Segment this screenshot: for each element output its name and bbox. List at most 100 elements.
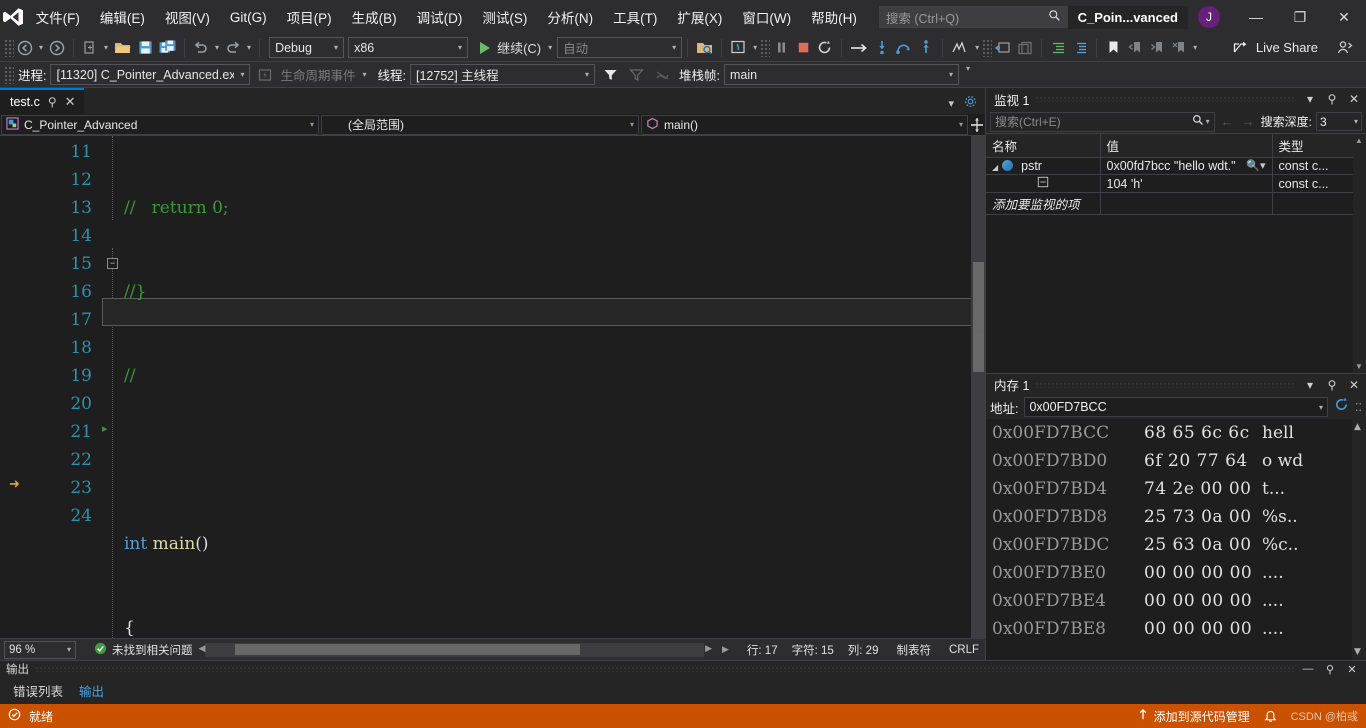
menu-item-window[interactable]: 窗口(W) (732, 0, 801, 34)
empty-value-cell[interactable] (1100, 192, 1273, 215)
quick-launch-search[interactable]: 搜索 (Ctrl+Q) (878, 6, 1068, 28)
editor-horizontal-scrollbar[interactable]: ◀ ▶ (199, 642, 712, 657)
menu-item-build[interactable]: 生成(B) (342, 0, 407, 34)
continue-debug-button[interactable]: 继续(C) (476, 36, 545, 60)
search-icon[interactable] (1048, 9, 1061, 25)
menu-item-test[interactable]: 测试(S) (472, 0, 537, 34)
close-icon[interactable]: ✕ (65, 94, 76, 110)
stop-icon[interactable] (792, 37, 814, 59)
select-block-icon[interactable] (992, 37, 1014, 59)
glyph-margin[interactable]: ➜ (0, 136, 30, 638)
editor-vertical-scrollbar[interactable] (971, 136, 985, 638)
menu-item-tools[interactable]: 工具(T) (603, 0, 667, 34)
minimize-button[interactable]: — (1234, 0, 1278, 34)
watch-col-name[interactable]: 名称 (986, 134, 1101, 158)
continue-dropdown[interactable]: ▾ (545, 37, 555, 59)
previous-bookmark-icon[interactable] (1124, 37, 1146, 59)
tab-test-c[interactable]: test.c ⚲ ✕ (0, 88, 84, 114)
close-icon[interactable]: ✕ (1346, 378, 1362, 392)
chevron-down-icon[interactable]: ▾ (959, 120, 963, 129)
redo-icon[interactable] (222, 37, 244, 59)
drag-dots[interactable] (35, 666, 1294, 672)
memory-vertical-scrollbar[interactable]: ▲ ▼ (1352, 419, 1366, 660)
watch-child-name-cell[interactable] (986, 174, 1101, 193)
outdent-icon[interactable] (1069, 37, 1091, 59)
toolbar-grip[interactable] (982, 38, 993, 57)
stackframe-combo[interactable]: main ▾ (723, 64, 959, 85)
navigate-forward-icon[interactable] (46, 37, 68, 59)
issues-indicator[interactable]: 未找到相关问题 (94, 642, 193, 658)
status-expand-icon[interactable]: ▶ (722, 644, 729, 655)
chevron-down-icon[interactable]: ▾ (310, 120, 314, 129)
chevron-down-icon[interactable]: ▾ (240, 70, 244, 79)
save-icon[interactable] (134, 37, 156, 59)
debug-target-combo[interactable]: 自动 ▾ (557, 37, 683, 58)
editor-scroll-thumb[interactable] (973, 262, 984, 372)
scroll-up-icon[interactable]: ▲ (1354, 422, 1361, 432)
watch-col-type[interactable]: 类型 (1272, 134, 1366, 158)
menu-item-file[interactable]: 文件(F) (26, 0, 90, 34)
chevron-down-icon[interactable]: ▾ (1319, 403, 1323, 412)
solution-configuration-combo[interactable]: Debug ▾ (269, 37, 345, 58)
chevron-down-icon[interactable]: ▾ (1206, 117, 1210, 126)
indent-icon[interactable] (1047, 37, 1069, 59)
chevron-down-icon[interactable]: ▾ (1302, 92, 1318, 106)
code-editor[interactable]: ➜ 11 12 13 14 15 16 17 18 19 20 21 22 23 (0, 136, 985, 638)
memory-overflow-icon[interactable]: ⁚⁚ (1355, 401, 1362, 414)
menu-item-debug[interactable]: 调试(D) (407, 0, 473, 34)
table-row[interactable]: 添加要监视的项 (986, 192, 1366, 215)
close-button[interactable]: ✕ (1322, 0, 1366, 34)
clear-bookmark-icon[interactable] (1168, 37, 1190, 59)
watch-name-cell[interactable]: ◢ pstr (986, 157, 1101, 175)
comment-icon[interactable] (1014, 37, 1036, 59)
add-watch-placeholder[interactable]: 添加要监视的项 (986, 192, 1101, 215)
tab-output[interactable]: 输出 (72, 678, 111, 703)
chevron-down-icon[interactable]: ▾ (948, 97, 954, 110)
table-row[interactable]: 104 'h' const c... (986, 174, 1366, 193)
menu-item-help[interactable]: 帮助(H) (801, 0, 867, 34)
drag-dots[interactable] (1035, 381, 1296, 388)
notifications-button[interactable] (1264, 710, 1277, 723)
restore-button[interactable]: ❐ (1278, 0, 1322, 34)
watch-grid[interactable]: 名称 值 类型 ◢ pstr 0x00fd7bcc "hello wdt." 🔍… (986, 134, 1366, 373)
lifecycle-events-icon[interactable] (254, 64, 276, 86)
bookmark-icon[interactable] (1102, 37, 1124, 59)
chevron-down-icon[interactable]: ▾ (585, 70, 589, 79)
pause-icon[interactable] (770, 37, 792, 59)
toolbar-grip[interactable] (4, 38, 14, 57)
pin-icon[interactable]: ⚲ (48, 95, 57, 109)
new-item-dropdown[interactable]: ▾ (101, 37, 111, 59)
flag-icon[interactable] (651, 64, 673, 86)
watch-vertical-scrollbar[interactable]: ▲ ▼ (1353, 134, 1366, 373)
minimize-icon[interactable]: — (1300, 663, 1316, 675)
code-text-area[interactable]: − // return 0; //} // int main() { //字符指… (102, 136, 985, 638)
menu-item-git[interactable]: Git(G) (220, 0, 277, 34)
chevron-down-icon[interactable]: ▾ (67, 645, 71, 654)
navigate-back-icon[interactable] (14, 37, 36, 59)
step-over-icon[interactable] (893, 37, 915, 59)
chevron-down-icon[interactable]: ▾ (949, 70, 953, 79)
refresh-icon[interactable] (1334, 397, 1349, 417)
restart-debug-icon[interactable] (814, 37, 836, 59)
scroll-down-icon[interactable]: ▼ (1355, 362, 1363, 371)
step-out-icon[interactable] (915, 37, 937, 59)
close-icon[interactable]: ✕ (1346, 92, 1362, 106)
chevron-down-icon[interactable]: ▾ (1354, 117, 1358, 126)
chevron-down-icon[interactable]: ▾ (334, 43, 338, 52)
table-row[interactable]: ◢ pstr 0x00fd7bcc "hello wdt." 🔍▾ const … (986, 157, 1366, 175)
redo-dropdown[interactable]: ▾ (244, 37, 254, 59)
share-user-icon[interactable] (1334, 37, 1356, 59)
magnifier-icon[interactable]: 🔍▾ (1246, 159, 1265, 172)
watch-search-input[interactable]: 搜索(Ctrl+E) ▾ (990, 111, 1215, 132)
show-next-statement-icon[interactable] (847, 37, 871, 59)
hot-reload-icon[interactable] (727, 37, 750, 59)
pin-icon[interactable]: ⚲ (1324, 378, 1340, 392)
memory-address-input[interactable]: 0x00FD7BCC ▾ (1024, 397, 1328, 417)
navigate-back-dropdown[interactable]: ▾ (36, 37, 46, 59)
source-code[interactable]: // return 0; //} // int main() { //字符指针的… (102, 136, 985, 638)
hscroll-thumb[interactable] (234, 643, 580, 655)
nav-project-combo[interactable]: C_Pointer_Advanced ▾ (1, 114, 319, 135)
filter-icon[interactable] (599, 64, 621, 86)
debugbar-overflow[interactable]: ▾ (963, 64, 973, 86)
nav-scope-combo[interactable]: (全局范围) ▾ (321, 114, 639, 135)
